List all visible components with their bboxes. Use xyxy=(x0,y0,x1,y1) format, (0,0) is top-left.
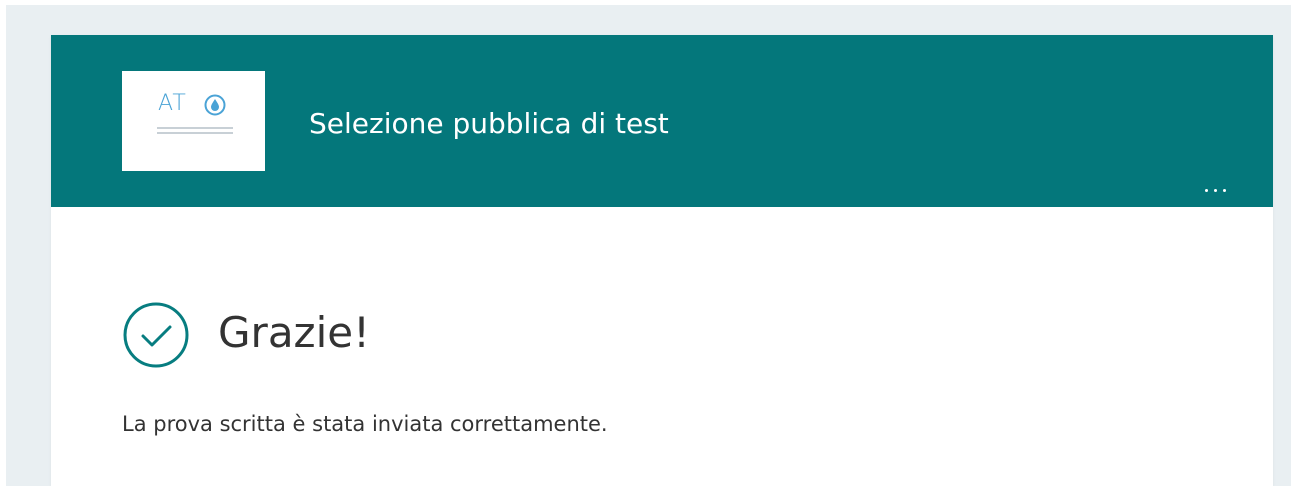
logo-letters: AT xyxy=(158,91,187,116)
form-title: Selezione pubblica di test xyxy=(309,107,669,140)
organization-logo: AT xyxy=(122,71,265,171)
more-options-icon xyxy=(1223,189,1226,192)
more-options-icon xyxy=(1214,189,1217,192)
more-options-icon xyxy=(1205,189,1208,192)
logo-caption xyxy=(157,127,233,137)
logo-caption-line xyxy=(157,132,233,134)
confirmation-message: La prova scritta è stata inviata corrett… xyxy=(122,412,608,436)
logo-caption-line xyxy=(157,127,233,129)
check-circle-icon xyxy=(123,302,189,368)
form-header: AT Selezione pubblica di test xyxy=(51,35,1273,207)
more-options-button[interactable] xyxy=(1201,175,1231,197)
thanks-heading: Grazie! xyxy=(218,308,370,357)
water-drop-icon xyxy=(204,94,226,116)
